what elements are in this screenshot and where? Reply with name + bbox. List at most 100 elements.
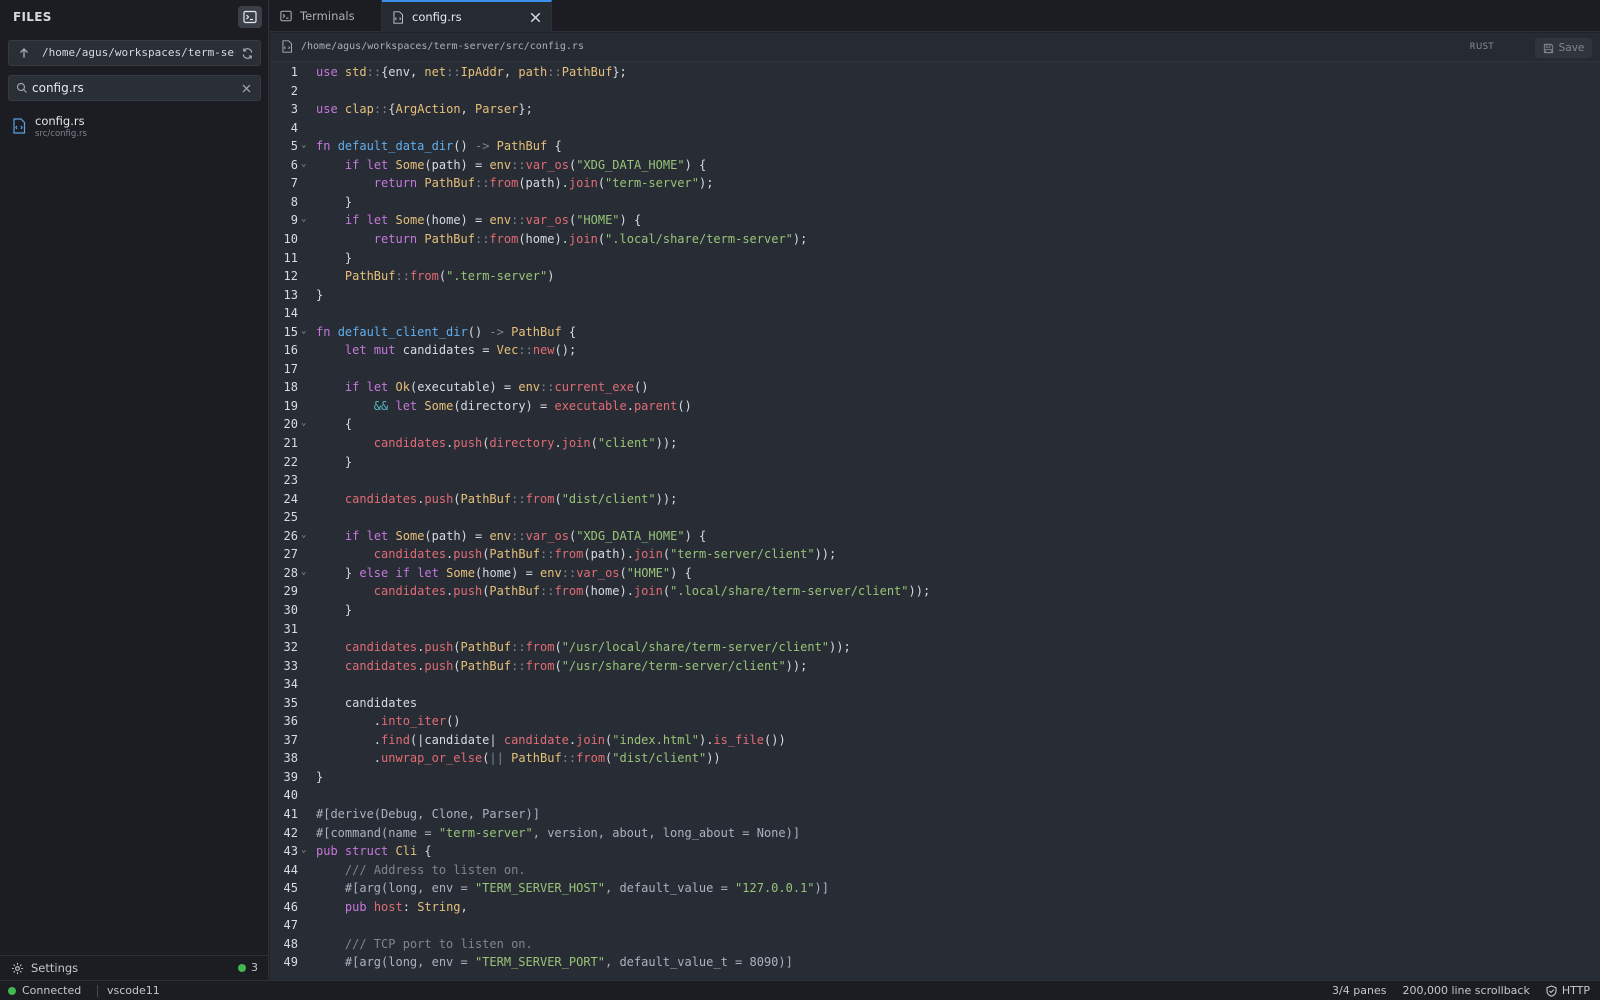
fold-chevron-icon[interactable]: ⌄ <box>301 159 309 169</box>
line-number: 45 <box>283 881 298 896</box>
line-number: 14 <box>283 306 298 321</box>
code-line[interactable]: 34 <box>270 677 1600 696</box>
line-number: 49 <box>283 955 298 970</box>
tab-terminals[interactable]: Terminals <box>270 0 382 32</box>
code-line[interactable]: 22 } <box>270 455 1600 474</box>
fold-chevron-icon[interactable]: ⌄ <box>301 567 309 577</box>
line-text: candidates <box>316 695 418 710</box>
line-number: 36 <box>283 714 298 729</box>
line-number: 30 <box>283 602 298 617</box>
line-number: 46 <box>283 899 298 914</box>
code-line[interactable]: 11 } <box>270 251 1600 270</box>
code-line[interactable]: 15 ⌄ fn default_client_dir() -> PathBuf { <box>270 325 1600 344</box>
line-number: 35 <box>283 695 298 710</box>
code-line[interactable]: 5 ⌄ fn default_data_dir() -> PathBuf { <box>270 139 1600 158</box>
code-line[interactable]: 19 && let Some(directory) = executable.p… <box>270 399 1600 418</box>
code-line[interactable]: 7 return PathBuf::from(path).join("term-… <box>270 176 1600 195</box>
parent-dir-button[interactable] <box>16 45 32 61</box>
code-line[interactable]: 32 candidates.push(PathBuf::from("/usr/l… <box>270 640 1600 659</box>
fold-chevron-icon[interactable]: ⌄ <box>301 530 309 540</box>
code-line[interactable]: 43 ⌄ pub struct Cli { <box>270 844 1600 863</box>
file-search-input[interactable] <box>32 79 222 97</box>
code-line[interactable]: 20 ⌄ { <box>270 417 1600 436</box>
open-terminal-button[interactable] <box>238 6 262 28</box>
line-text: { <box>316 417 353 432</box>
code-line[interactable]: 13} <box>270 288 1600 307</box>
terminal-icon <box>280 10 292 22</box>
code-line[interactable]: 40 <box>270 788 1600 807</box>
save-button[interactable]: Save <box>1535 38 1592 58</box>
status-divider <box>97 985 98 997</box>
line-number: 32 <box>283 640 298 655</box>
line-text: if let Some(path) = env::var_os("XDG_DAT… <box>344 528 707 543</box>
code-line[interactable]: 41 #[derive(Debug, Clone, Parser)] <box>270 807 1600 826</box>
code-line[interactable]: 3 use clap::{ArgAction, Parser}; <box>270 102 1600 121</box>
save-icon <box>1543 43 1553 53</box>
code-line[interactable]: 30 } <box>270 603 1600 622</box>
code-line[interactable]: 26 ⌄ if let Some(path) = env::var_os("XDG… <box>270 529 1600 548</box>
code-line[interactable]: 38 .unwrap_or_else(|| PathBuf::from("dis… <box>270 751 1600 770</box>
code-line[interactable]: 24 candidates.push(PathBuf::from("dist/c… <box>270 492 1600 511</box>
tab-config-rs[interactable]: config.rs <box>382 0 552 32</box>
code-line[interactable]: 6 ⌄ if let Some(path) = env::var_os("XDG_… <box>270 158 1600 177</box>
code-line[interactable]: 49 #[arg(long, env = "TERM_SERVER_PORT",… <box>270 955 1600 974</box>
line-text: } <box>316 194 353 209</box>
close-tab-icon[interactable] <box>530 12 541 23</box>
code-line[interactable]: 18 if let Ok(executable) = env::current_… <box>270 380 1600 399</box>
code-line[interactable]: 45 #[arg(long, env = "TERM_SERVER_HOST",… <box>270 881 1600 900</box>
current-path-bar: /home/agus/workspaces/term-server <box>8 40 261 66</box>
code-line[interactable]: 23 <box>270 473 1600 492</box>
fold-chevron-icon[interactable]: ⌄ <box>301 140 309 150</box>
code-line[interactable]: 48 /// TCP port to listen on. <box>270 937 1600 956</box>
fold-chevron-icon[interactable]: ⌄ <box>301 326 309 336</box>
line-number: 7 <box>290 176 298 191</box>
fold-chevron-icon[interactable]: ⌄ <box>301 418 309 428</box>
line-number: 5 <box>290 139 298 154</box>
line-number: 1 <box>290 65 298 79</box>
code-line[interactable]: 31 <box>270 622 1600 641</box>
line-number: 20 <box>283 417 298 432</box>
code-line[interactable]: 28 ⌄ } else if let Some(home) = env::var_… <box>270 566 1600 585</box>
code-line[interactable]: 17 <box>270 362 1600 381</box>
line-text: candidates.push(directory.join("client")… <box>373 436 678 450</box>
code-line[interactable]: 42 #[command(name = "term-server", versio… <box>270 826 1600 845</box>
line-text: candidates.push(PathBuf::from("dist/clie… <box>344 491 678 506</box>
line-number: 16 <box>283 343 298 358</box>
code-line[interactable]: 9 ⌄ if let Some(home) = env::var_os("HOME… <box>270 213 1600 232</box>
search-result-item[interactable]: config.rs src/config.rs <box>8 111 261 141</box>
settings-button[interactable]: Settings <box>11 961 78 975</box>
code-line[interactable]: 8 } <box>270 195 1600 214</box>
clear-search-button[interactable] <box>240 82 252 94</box>
refresh-button[interactable] <box>239 45 255 61</box>
line-text: #[arg(long, env = "TERM_SERVER_HOST", de… <box>316 881 829 896</box>
line-text: pub host: String, <box>344 899 468 914</box>
code-line[interactable]: 44 /// Address to listen on. <box>270 863 1600 882</box>
code-line[interactable]: 36 .into_iter() <box>270 714 1600 733</box>
code-line[interactable]: 35 candidates <box>270 696 1600 715</box>
current-path[interactable]: /home/agus/workspaces/term-server <box>42 46 236 59</box>
line-text: let mut candidates = Vec::new(); <box>344 343 577 358</box>
code-line[interactable]: 29 candidates.push(PathBuf::from(home).j… <box>270 584 1600 603</box>
code-line[interactable]: 47 <box>270 918 1600 937</box>
code-line[interactable]: 2 <box>270 84 1600 103</box>
code-line[interactable]: 10 return PathBuf::from(home).join(".loc… <box>270 232 1600 251</box>
code-line[interactable]: 1 use std::{env, net::IpAddr, path::PathB… <box>270 65 1600 84</box>
code-line[interactable]: 4 <box>270 121 1600 140</box>
line-number: 22 <box>283 454 298 469</box>
code-line[interactable]: 12 PathBuf::from(".term-server") <box>270 269 1600 288</box>
refresh-icon <box>242 47 252 59</box>
code-line[interactable]: 33 candidates.push(PathBuf::from("/usr/s… <box>270 659 1600 678</box>
code-line[interactable]: 14 <box>270 306 1600 325</box>
code-line[interactable]: 46 pub host: String, <box>270 900 1600 919</box>
code-line[interactable]: 16 let mut candidates = Vec::new(); <box>270 343 1600 362</box>
code-line[interactable]: 39} <box>270 770 1600 789</box>
line-number: 44 <box>283 862 298 877</box>
code-line[interactable]: 25 <box>270 510 1600 529</box>
code-line[interactable]: 27 candidates.push(PathBuf::from(path).j… <box>270 547 1600 566</box>
code-line[interactable]: 21 candidates.push(directory.join("clien… <box>270 436 1600 455</box>
fold-chevron-icon[interactable]: ⌄ <box>301 214 309 224</box>
code-editor[interactable]: 1 use std::{env, net::IpAddr, path::PathB… <box>270 62 1600 980</box>
fold-chevron-icon[interactable]: ⌄ <box>301 845 309 855</box>
code-line[interactable]: 37 .find(|candidate| candidate.join("ind… <box>270 733 1600 752</box>
file-sidebar: FILES /home/agus/workspaces/term-server … <box>0 0 269 980</box>
